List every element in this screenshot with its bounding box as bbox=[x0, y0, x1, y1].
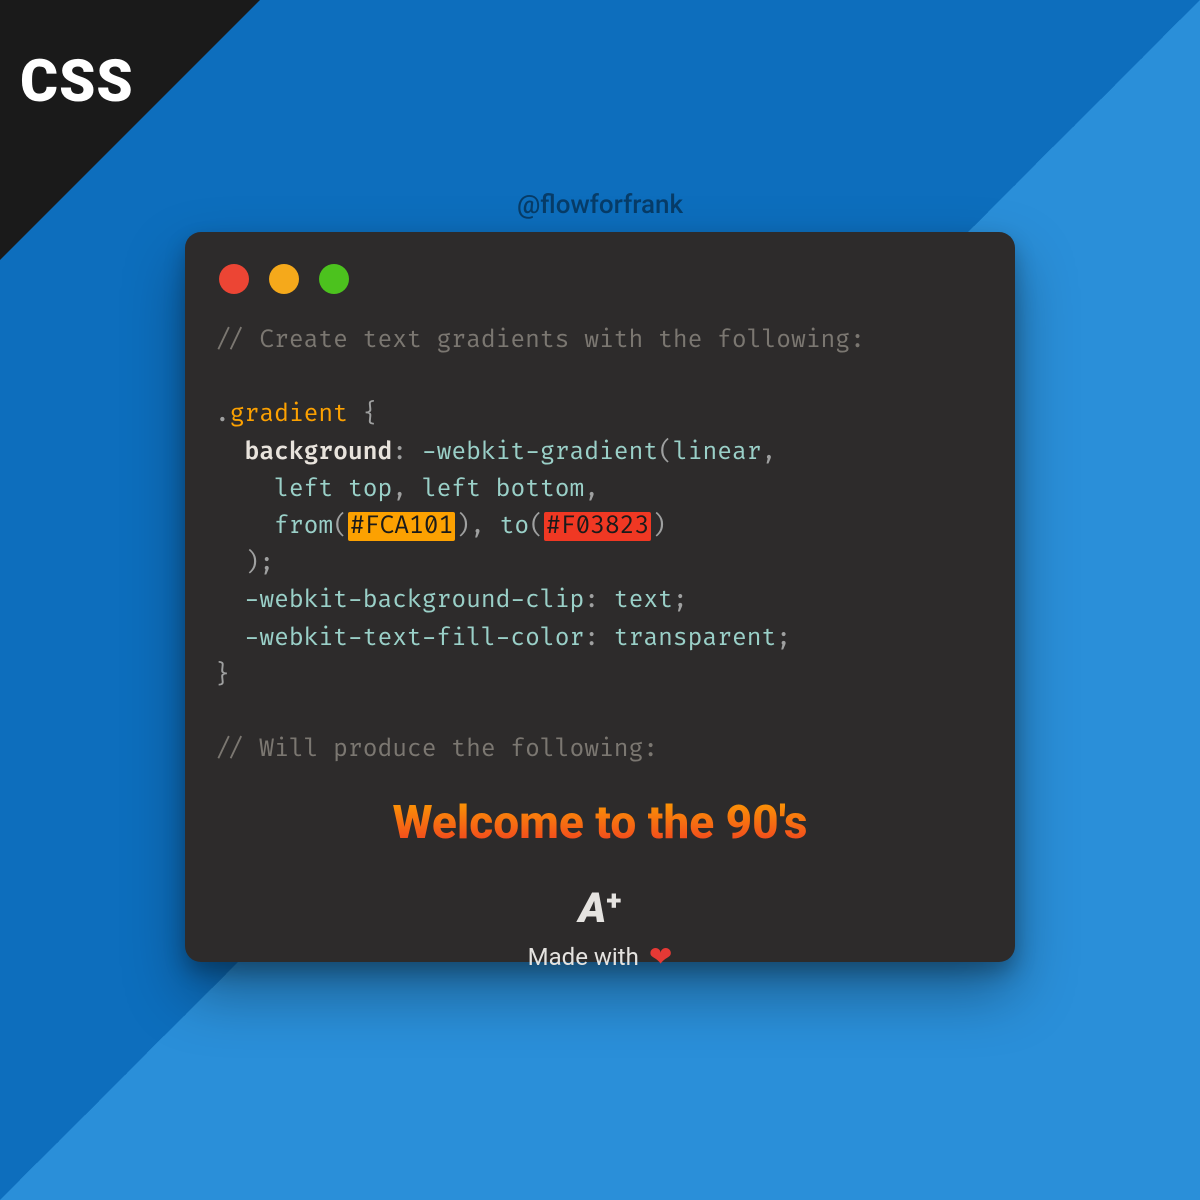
code-block: // Create text gradients with the follow… bbox=[215, 322, 985, 768]
css-property: -webkit-text-fill-color bbox=[245, 624, 585, 653]
code-comment: // Create text gradients with the follow… bbox=[215, 326, 865, 355]
minimize-icon[interactable] bbox=[269, 264, 299, 294]
corner-badge-bg bbox=[0, 0, 260, 260]
brand-logo: A+ bbox=[579, 888, 622, 930]
heart-icon: ❤ bbox=[649, 940, 672, 973]
author-handle: @flowforfrank bbox=[0, 190, 1200, 220]
css-function-from: from bbox=[274, 512, 333, 541]
color-swatch-to: #F03823 bbox=[544, 512, 651, 541]
close-icon[interactable] bbox=[219, 264, 249, 294]
code-card: // Create text gradients with the follow… bbox=[185, 232, 1015, 962]
window-controls bbox=[219, 264, 985, 294]
css-value: left bbox=[274, 475, 333, 504]
card-footer: A+ Made with ❤ bbox=[215, 888, 985, 973]
made-with-label: Made with bbox=[528, 943, 639, 971]
maximize-icon[interactable] bbox=[319, 264, 349, 294]
css-property: -webkit-background-clip bbox=[245, 586, 585, 615]
css-selector: gradient bbox=[230, 400, 348, 429]
css-function: -webkit-gradient bbox=[422, 438, 658, 467]
color-swatch-from: #FCA101 bbox=[348, 512, 455, 541]
logo-a-icon: A bbox=[579, 888, 605, 930]
css-value: transparent bbox=[614, 624, 776, 653]
gradient-demo-text: Welcome to the 90's bbox=[215, 796, 985, 850]
css-function-to: to bbox=[500, 512, 530, 541]
css-value: text bbox=[614, 586, 673, 615]
logo-plus-icon: + bbox=[606, 887, 621, 915]
css-property: background bbox=[245, 438, 393, 467]
made-with-line: Made with ❤ bbox=[215, 940, 985, 973]
corner-badge-label: CSS bbox=[20, 48, 134, 116]
code-comment: // Will produce the following: bbox=[215, 735, 658, 764]
css-value: linear bbox=[673, 438, 762, 467]
